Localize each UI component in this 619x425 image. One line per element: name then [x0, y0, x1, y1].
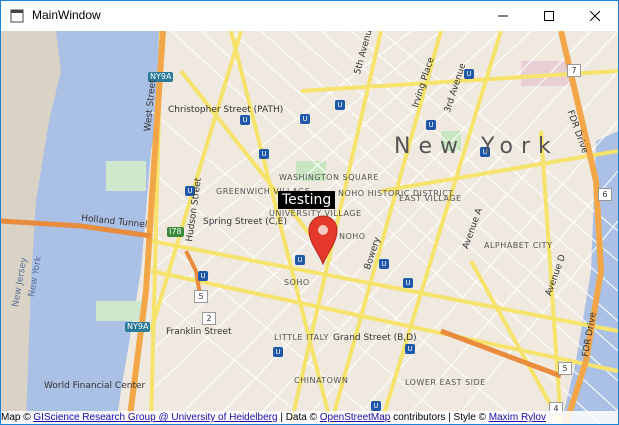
- close-button[interactable]: [572, 1, 618, 31]
- neighborhood-lower-east-side: LOWER EAST SIDE: [405, 378, 486, 387]
- maximize-button[interactable]: [526, 1, 572, 31]
- map-view[interactable]: NY9A NY9A I78 7 6 5 2 5 4 U U U U U U U …: [1, 31, 618, 424]
- subway-icon: U: [426, 120, 436, 130]
- subway-icon: U: [403, 278, 413, 288]
- subway-icon: U: [198, 271, 208, 281]
- street-franklin-street: Franklin Street: [166, 327, 232, 337]
- subway-icon: U: [295, 255, 305, 265]
- subway-icon: U: [240, 115, 250, 125]
- app-icon: [10, 9, 24, 23]
- route-marker-6: 6: [598, 188, 612, 201]
- route-marker-7: 7: [567, 64, 581, 77]
- route-marker-5b: 5: [558, 362, 572, 375]
- street-spring-street: Spring Street (C,E): [203, 217, 287, 227]
- window-title: MainWindow: [32, 8, 101, 22]
- neighborhood-chinatown: CHINATOWN: [294, 376, 349, 385]
- i78-shield: I78: [167, 227, 184, 237]
- neighborhood-east-village: EAST VILLAGE: [399, 194, 462, 203]
- world-financial-center-label: World Financial Center: [44, 381, 146, 391]
- maximize-icon: [544, 11, 554, 21]
- attribution-style-text: contributors | Style ©: [393, 412, 486, 423]
- neighborhood-little-italy: LITTLE ITALY: [274, 333, 329, 342]
- subway-icon: U: [300, 114, 310, 124]
- street-grand-street: Grand Street (B,D): [333, 333, 417, 343]
- subway-icon: U: [405, 344, 415, 354]
- minimize-icon: [498, 15, 508, 17]
- subway-icon: U: [379, 259, 389, 269]
- neighborhood-noho: NOHO: [339, 232, 366, 241]
- subway-icon: U: [371, 401, 381, 411]
- minimize-button[interactable]: [480, 1, 526, 31]
- ny9a-shield-bottom: NY9A: [125, 322, 151, 332]
- osm-link[interactable]: OpenStreetMap: [320, 412, 391, 423]
- neighborhood-soho: SOHO: [284, 278, 310, 287]
- street-christopher-street: Christopher Street (PATH): [168, 105, 284, 115]
- route-marker-5a: 5: [194, 290, 208, 303]
- title-bar[interactable]: MainWindow: [1, 1, 618, 31]
- neighborhood-washington-square: WASHINGTON SQUARE: [279, 173, 379, 182]
- map-attribution: Map © GIScience Research Group @ Univers…: [1, 411, 618, 424]
- route-marker-2: 2: [202, 312, 216, 325]
- marker-tooltip: Testing: [278, 191, 336, 209]
- main-window: MainWindow NY9A NY9A I78 7 6 5 2 5 4 U U…: [0, 0, 619, 425]
- subway-icon: U: [259, 149, 269, 159]
- close-icon: [590, 11, 600, 21]
- subway-icon: U: [335, 100, 345, 110]
- gis-link[interactable]: GIScience Research Group @ University of…: [33, 412, 277, 423]
- city-label: New York: [394, 134, 559, 159]
- neighborhood-alphabet-city: ALPHABET CITY: [484, 241, 553, 250]
- attribution-prefix: Map ©: [1, 412, 31, 423]
- map-pin-icon[interactable]: [308, 215, 338, 265]
- subway-icon: U: [273, 347, 283, 357]
- attribution-data-text: | Data ©: [280, 412, 317, 423]
- style-author-link[interactable]: Maxim Rylov: [489, 412, 546, 423]
